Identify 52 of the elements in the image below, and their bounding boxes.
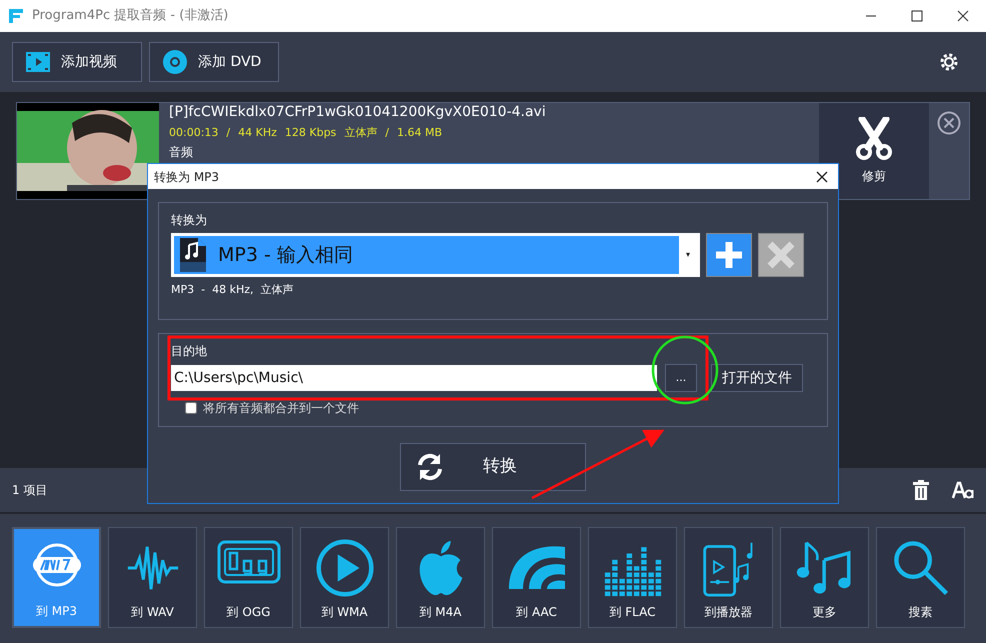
track-label: 音频: [169, 144, 193, 161]
format-button[interactable]: 到 WAV: [108, 527, 197, 628]
font-size-icon[interactable]: [952, 481, 974, 499]
convert-button[interactable]: 转换: [400, 443, 586, 491]
toolbar-button[interactable]: 添加视频: [12, 42, 142, 82]
open-folder-button[interactable]: 打开的文件: [711, 364, 803, 392]
mp3-file-icon: [178, 237, 208, 273]
film-icon: [25, 49, 51, 75]
x-icon: [766, 240, 796, 270]
highlight-circle: [652, 336, 718, 404]
scissors-icon: [854, 117, 894, 161]
separator-text: /: [226, 125, 230, 141]
format-button[interactable]: 到 WMA: [300, 527, 389, 628]
app-logo-icon: [8, 8, 24, 24]
destination-field[interactable]: C:\Users\pc\Music\: [171, 365, 657, 391]
browse-button[interactable]: ...: [665, 364, 697, 392]
format-button[interactable]: 到 M4A: [396, 527, 485, 628]
profile-dropdown[interactable]: MP3 - 输入相同 ▾: [171, 233, 700, 277]
window-title: Program4Pc 提取音频 - (非激活): [32, 7, 228, 26]
format-button[interactable]: 到 FLAC: [588, 527, 677, 628]
format-button[interactable]: 到 OGG: [204, 527, 293, 628]
refresh-icon: [415, 452, 445, 482]
merge-checkbox[interactable]: [185, 402, 197, 414]
convert-to-label: 转换为: [171, 212, 208, 229]
file-name: [P]fcCWIEkdlx07CFrP1wGk01041200KgvX0E010-4.avi: [169, 103, 547, 121]
format-button[interactable]: 更多: [780, 527, 869, 628]
item-count: 1 项目: [12, 482, 48, 499]
remove-icon[interactable]: [937, 111, 961, 135]
trim-button[interactable]: 修剪: [819, 103, 929, 199]
separator-text: /: [385, 125, 390, 141]
channels-text: 立体声: [344, 125, 378, 141]
format-button[interactable]: 搜素: [876, 527, 965, 628]
profile-info: MP3 - 48 kHz, 立体声: [171, 282, 294, 298]
settings-icon[interactable]: [938, 51, 960, 73]
duration-text: 00:00:13: [169, 125, 218, 141]
toolbar-button[interactable]: 添加 DVD: [149, 42, 279, 82]
sample-rate-text: 44 KHz: [238, 125, 277, 141]
disc-icon: [162, 49, 188, 75]
size-text: 1.64 MB: [397, 125, 442, 141]
destination-label: 目的地: [171, 343, 208, 360]
plus-icon: [714, 240, 744, 270]
trash-icon[interactable]: [912, 480, 930, 500]
profile-name: MP3 - 输入相同: [218, 242, 353, 268]
merge-label: 将所有音频都合并到一个文件: [203, 401, 359, 415]
ogg-icon: [216, 539, 280, 585]
close-icon[interactable]: [815, 170, 829, 184]
dialog-title: 转换为 MP3: [154, 168, 220, 186]
format-button[interactable]: 到 AAC: [492, 527, 581, 628]
format-button[interactable]: 到播放器: [684, 527, 773, 628]
dropdown-arrow[interactable]: ▾: [679, 236, 697, 274]
bitrate-text: 128 Kbps: [284, 125, 336, 141]
add-button[interactable]: [706, 233, 752, 277]
